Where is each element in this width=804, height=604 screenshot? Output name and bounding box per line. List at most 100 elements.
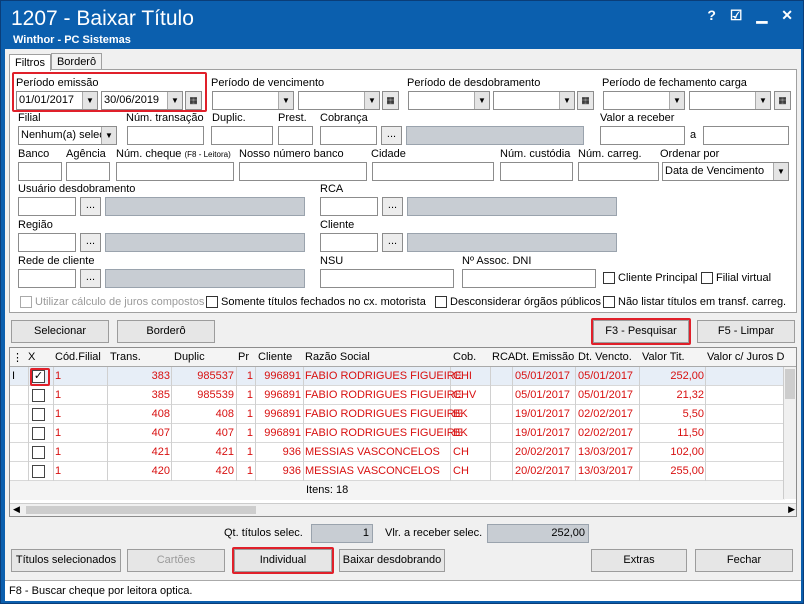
num-cheque-label: Núm. cheque (F8 - Leitora) [116, 148, 231, 160]
calendar-icon[interactable]: ▦ [382, 91, 399, 110]
limpar-button[interactable]: F5 - Limpar [697, 320, 795, 343]
tab-filtros[interactable]: Filtros [9, 54, 51, 71]
table-row[interactable]: 1 408 408 1 996891 FABIO RODRIGUES FIGUEIRE BK… [10, 405, 785, 424]
col-cob[interactable]: Cob. [453, 351, 476, 363]
col-dt-emissao[interactable]: Dt. Emissão [515, 351, 574, 363]
client-area: Filtros Borderô Período emissão 01/01/20… [5, 49, 801, 601]
edit-icon[interactable]: ☑ [730, 7, 743, 24]
desdobramento-ate-field[interactable]: ▼ [493, 91, 575, 110]
fechamento-ate-field[interactable]: ▼ [689, 91, 771, 110]
baixar-desdobrando-button[interactable]: Baixar desdobrando [339, 549, 445, 572]
row-checkbox[interactable] [32, 446, 45, 459]
num-cheque-input[interactable] [116, 162, 234, 181]
table-row[interactable]: 1 385 985539 1 996891 FABIO RODRIGUES FIGUEIR… [10, 386, 785, 405]
rede-cliente-input[interactable] [18, 269, 76, 288]
num-transacao-input[interactable] [127, 126, 204, 145]
titulos-selecionados-button[interactable]: Títulos selecionados [11, 549, 121, 572]
vertical-scrollbar[interactable] [783, 367, 796, 499]
desdobramento-de-field[interactable]: ▼ [408, 91, 490, 110]
prest-input[interactable] [278, 126, 313, 145]
cliente-principal-checkbox[interactable]: Cliente Principal [603, 272, 697, 284]
somente-fechados-checkbox[interactable]: Somente títulos fechados no cx. motorist… [206, 296, 426, 308]
col-dt-vencto[interactable]: Dt. Vencto. [578, 351, 632, 363]
row-checkbox[interactable] [32, 427, 45, 440]
calendar-icon[interactable]: ▦ [577, 91, 594, 110]
row-checkbox[interactable] [32, 408, 45, 421]
rca-label: RCA [320, 183, 344, 195]
selecionar-button[interactable]: Selecionar [11, 320, 109, 343]
usuario-lookup-button[interactable]: ... [80, 197, 101, 216]
cell-valor: 11,50 [677, 427, 704, 439]
table-row[interactable]: I ✓ 1 383 985537 1 996891 FABIO RODRIGUES FIGUE… [10, 367, 785, 386]
fechamento-de-field[interactable]: ▼ [603, 91, 685, 110]
cobranca-lookup-button[interactable]: ... [381, 126, 402, 145]
chevron-down-icon: ▼ [669, 92, 684, 109]
col-rca[interactable]: RCA [492, 351, 515, 363]
cliente-lookup-button[interactable]: ... [382, 233, 403, 252]
extras-button[interactable]: Extras [591, 549, 687, 572]
grid-menu-icon[interactable]: ⋮ [12, 351, 23, 364]
rca-lookup-button[interactable]: ... [382, 197, 403, 216]
banco-input[interactable] [18, 162, 62, 181]
cliente-input[interactable] [320, 233, 378, 252]
main-window: 1207 - Baixar Título Winthor - PC Sistem… [0, 0, 804, 604]
emissao-ate-field[interactable]: 30/06/2019 ▼ [101, 91, 183, 110]
cartoes-button[interactable]: Cartões [127, 549, 225, 572]
vencimento-ate-field[interactable]: ▼ [298, 91, 380, 110]
usuario-desd-input[interactable] [18, 197, 76, 216]
emissao-de-field[interactable]: 01/01/2017 ▼ [16, 91, 98, 110]
col-cod-filial[interactable]: Cód.Filial [55, 351, 101, 363]
cidade-input[interactable] [372, 162, 494, 181]
row-checkbox[interactable] [32, 465, 45, 478]
row-checkbox[interactable]: ✓ [32, 370, 45, 383]
assoc-dni-input[interactable] [462, 269, 596, 288]
table-row[interactable]: 1 421 421 1 936 MESSIAS VASCONCELOS CH 20/02/20… [10, 443, 785, 462]
desconsiderar-checkbox[interactable]: Desconsiderar órgãos públicos [435, 296, 601, 308]
col-cliente[interactable]: Cliente [258, 351, 292, 363]
close-icon[interactable]: ✕ [781, 7, 793, 24]
row-checkbox[interactable] [32, 389, 45, 402]
table-row[interactable]: 1 420 420 1 936 MESSIAS VASCONCELOS CH 20/02/20… [10, 462, 785, 481]
agencia-input[interactable] [66, 162, 110, 181]
bordero-button[interactable]: Borderô [117, 320, 215, 343]
col-x[interactable]: X [28, 351, 35, 363]
nao-listar-checkbox[interactable]: Não listar títulos em transf. carreg. [603, 296, 786, 308]
table-row[interactable]: 1 407 407 1 996891 FABIO RODRIGUES FIGUEIRE BK… [10, 424, 785, 443]
horizontal-scrollbar[interactable]: ◀ ▶ [10, 503, 796, 516]
num-custodia-input[interactable] [500, 162, 573, 181]
qt-titulos-label: Qt. títulos selec. [224, 527, 303, 539]
tab-bordero[interactable]: Borderô [50, 53, 103, 70]
ordenar-por-select[interactable]: Data de Vencimento ▼ [662, 162, 789, 181]
rede-lookup-button[interactable]: ... [80, 269, 101, 288]
filial-virtual-checkbox[interactable]: Filial virtual [701, 272, 771, 284]
calendar-icon[interactable]: ▦ [774, 91, 791, 110]
cell-filial: 1 [55, 370, 62, 382]
col-razao-social[interactable]: Razão Social [305, 351, 370, 363]
help-icon[interactable]: ? [707, 7, 716, 24]
col-pr[interactable]: Pr [238, 351, 249, 363]
minimize-icon[interactable]: ▁ [756, 7, 767, 24]
fechar-button[interactable]: Fechar [695, 549, 793, 572]
valor-ate-input[interactable] [703, 126, 789, 145]
filters-panel: Período emissão 01/01/2017 ▼ 30/06/2019 ▼ … [9, 69, 797, 313]
vencimento-de-field[interactable]: ▼ [212, 91, 294, 110]
cobranca-input[interactable] [320, 126, 377, 145]
regiao-input[interactable] [18, 233, 76, 252]
col-duplic[interactable]: Duplic [174, 351, 205, 363]
filial-select[interactable]: Nenhum(a) selec ▼ [18, 126, 117, 145]
regiao-lookup-button[interactable]: ... [80, 233, 101, 252]
num-carreg-input[interactable] [578, 162, 659, 181]
cell-valor: 255,00 [670, 465, 704, 477]
nosso-numero-input[interactable] [239, 162, 367, 181]
rca-input[interactable] [320, 197, 378, 216]
duplic-input[interactable] [211, 126, 273, 145]
pesquisar-button[interactable]: F3 - Pesquisar [593, 320, 689, 343]
calendar-icon[interactable]: ▦ [185, 91, 202, 110]
juros-compostos-checkbox[interactable]: Utilizar cálculo de juros compostos [20, 296, 204, 308]
col-valor-tit[interactable]: Valor Tit. [642, 351, 685, 363]
individual-button[interactable]: Individual [234, 549, 332, 572]
col-trans[interactable]: Trans. [110, 351, 141, 363]
col-valor-juros[interactable]: Valor c/ Juros D [707, 351, 784, 363]
valor-de-input[interactable] [600, 126, 685, 145]
nsu-input[interactable] [320, 269, 454, 288]
